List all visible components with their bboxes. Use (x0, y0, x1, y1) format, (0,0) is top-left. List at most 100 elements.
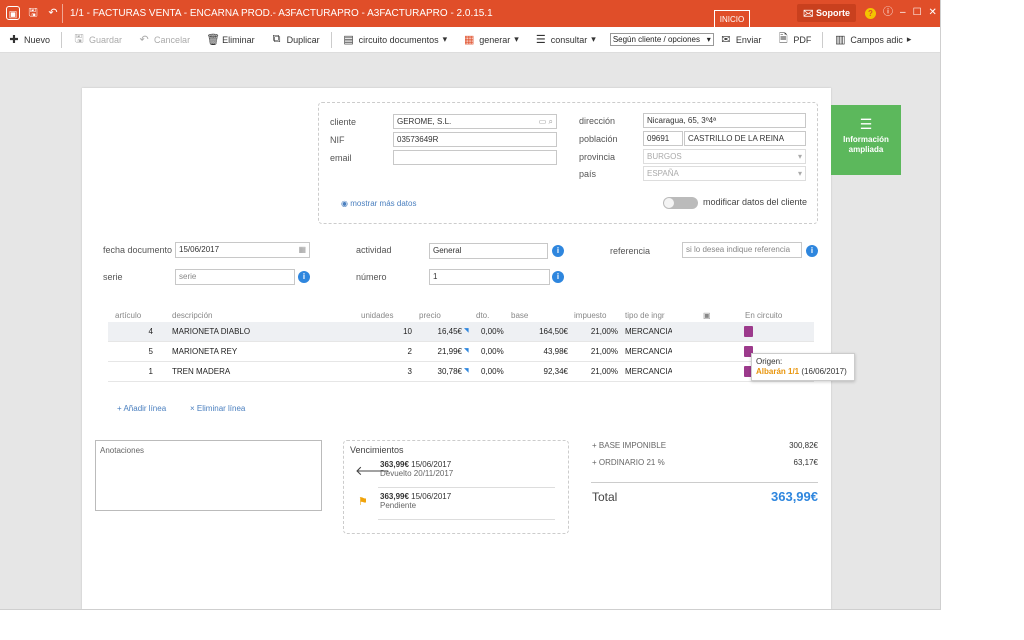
total-label: Total (592, 490, 618, 504)
number-label: número (356, 272, 387, 282)
address-field[interactable]: Nicaragua, 65, 3º4ª (643, 113, 806, 128)
columns-config-icon[interactable]: ▣ (703, 311, 711, 320)
duplicate-label: Duplicar (286, 34, 320, 45)
calendar-icon[interactable]: ▦ (298, 243, 306, 256)
send-button[interactable]: ✉ Enviar (720, 27, 770, 53)
country-select[interactable]: ESPAÑA ▾ (643, 166, 806, 181)
save-icon[interactable]: 🖫 (26, 6, 40, 20)
delete-line-label: Eliminar línea (196, 404, 246, 413)
info-icon[interactable]: ⓘ (883, 7, 893, 19)
series-info-icon[interactable]: i (298, 271, 310, 283)
chevron-right-icon: ▸ (906, 34, 912, 44)
flag-icon: ⚑ (358, 496, 368, 508)
delete-line-link[interactable]: × Eliminar línea (190, 404, 245, 413)
notes-textarea[interactable]: Anotaciones (95, 440, 322, 511)
modify-customer-toggle[interactable] (663, 197, 698, 209)
col-header-discount[interactable]: dto. (476, 311, 489, 320)
new-label: Nuevo (24, 34, 51, 45)
tab-inicio[interactable]: INICIO (714, 10, 750, 27)
undo-arrow-icon: ↶ (139, 34, 149, 46)
toolbar-divider (822, 31, 824, 48)
duplicate-button[interactable]: ⧉ Duplicar (263, 27, 328, 53)
support-button[interactable]: 🖂 Soporte (797, 4, 857, 22)
col-header-circuit[interactable]: En circuito (745, 311, 782, 320)
plus-icon: + (117, 404, 122, 413)
generate-button[interactable]: ▦ generar ▾ (455, 27, 527, 53)
delete-button[interactable]: 🗑 Eliminar (198, 27, 263, 53)
cell-tax: 21,00% (590, 327, 618, 336)
cell-tax: 21,00% (590, 367, 618, 376)
show-more-data-link[interactable]: ◉ mostrar más datos (341, 199, 416, 208)
x-icon: × (190, 404, 195, 413)
envelope-icon: ✉ (721, 34, 731, 46)
number-field[interactable]: 1 (429, 269, 550, 285)
price-marker-icon: ◥ (464, 348, 469, 354)
modify-customer-label: modificar datos del cliente (703, 197, 808, 207)
extra-fields-button[interactable]: ▥ Campos adic ▸ (826, 27, 919, 53)
minimize-icon[interactable]: ‒ (900, 7, 906, 19)
col-header-description[interactable]: descripción (172, 311, 212, 320)
document-circuit-button[interactable]: ▤ circuito documentos ▾ (335, 27, 456, 53)
activity-info-icon[interactable]: i (552, 245, 564, 257)
reference-info-icon[interactable]: i (806, 245, 818, 257)
col-header-price[interactable]: precio (419, 311, 441, 320)
cell-base: 164,50€ (539, 327, 568, 336)
doc-date-field[interactable]: 15/06/2017 ▦ (175, 242, 310, 258)
circuit-document-icon[interactable] (744, 326, 753, 337)
vat-value: 63,17€ (793, 458, 818, 467)
due-status: Pendiente (380, 501, 417, 510)
add-line-link[interactable]: + Añadir línea (117, 404, 166, 413)
price-marker-icon: ◥ (464, 368, 469, 374)
maximize-icon[interactable]: ☐ (913, 7, 922, 19)
nif-field[interactable]: 03573649R (393, 132, 557, 147)
consult-button[interactable]: ☰ consultar ▾ (527, 27, 604, 53)
total-value: 363,99€ (771, 489, 818, 504)
email-field[interactable] (393, 150, 557, 165)
table-row[interactable]: 5 MARIONETA REY 2 21,99€ ◥ 0,00% 43,98€ … (108, 342, 814, 362)
reference-field[interactable]: si lo desea indique referencia (682, 242, 802, 258)
undo-icon[interactable]: ↶ (46, 6, 60, 20)
cell-base: 43,98€ (543, 347, 568, 356)
series-label: serie (103, 272, 123, 282)
extended-info-button[interactable]: ☰ Información ampliada (831, 105, 901, 175)
province-select[interactable]: BURGOS ▾ (643, 149, 806, 164)
pdf-button[interactable]: 🗎 PDF (769, 27, 819, 53)
cell-description: TREN MADERA (172, 367, 231, 376)
activity-field[interactable]: General (429, 243, 548, 259)
col-header-base[interactable]: base (511, 311, 528, 320)
col-header-units[interactable]: unidades (361, 311, 393, 320)
cell-description: MARIONETA DIABLO (172, 327, 251, 336)
extra-fields-label: Campos adic (850, 34, 903, 45)
col-header-income-type[interactable]: tipo de ingr (625, 311, 665, 320)
col-header-article[interactable]: artículo (115, 311, 141, 320)
floppy-icon: 🖫 (74, 33, 84, 45)
chevron-down-icon: ▾ (442, 34, 448, 44)
due-item[interactable]: 363,99€ 15/06/2017 Pendiente (380, 492, 451, 510)
cell-units: 2 (407, 347, 412, 356)
toolbar-divider (330, 31, 332, 48)
save-button[interactable]: 🖫 Guardar (65, 27, 130, 53)
reference-label: referencia (610, 246, 651, 256)
title-separator (62, 4, 63, 23)
cancel-button[interactable]: ↶ Cancelar (130, 27, 198, 53)
postal-code-field[interactable]: 09691 (643, 131, 683, 146)
due-item[interactable]: 363,99€ 15/06/2017 Devuelto 20/11/2017 (380, 460, 453, 478)
town-field[interactable]: CASTRILLO DE LA REINA (684, 131, 806, 146)
title-bar: ▣ 🖫 ↶ 1/1 - FACTURAS VENTA - ENCARNA PRO… (0, 0, 940, 27)
search-icon[interactable]: ▭ ⌕ (539, 115, 553, 128)
customer-field[interactable]: GEROME, S.L. ▭ ⌕ (393, 114, 557, 129)
number-info-icon[interactable]: i (552, 271, 564, 283)
new-button[interactable]: ✚ Nuevo (0, 27, 58, 53)
table-row[interactable]: 4 MARIONETA DIABLO 10 16,45€ ◥ 0,00% 164… (108, 322, 814, 342)
due-dates-title: Vencimientos (350, 445, 404, 455)
send-options-select[interactable]: Según cliente / opciones (609, 33, 714, 46)
table-row[interactable]: 1 TREN MADERA 3 30,78€ ◥ 0,00% 92,34€ 21… (108, 362, 814, 382)
help-icon[interactable]: ? (865, 7, 876, 19)
eye-icon: ◉ (341, 199, 348, 208)
close-icon[interactable]: ✕ (929, 7, 937, 19)
app-icon[interactable]: ▣ (6, 6, 20, 20)
due-date: 15/06/2017 (411, 492, 452, 501)
due-amount: 363,99€ (380, 492, 409, 501)
col-header-tax[interactable]: impuesto (574, 311, 606, 320)
series-field[interactable]: serie (175, 269, 295, 285)
